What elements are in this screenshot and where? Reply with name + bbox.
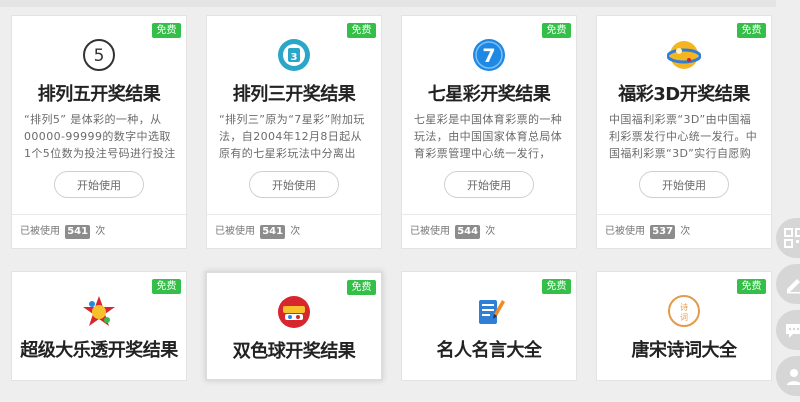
start-button[interactable]: 开始使用 <box>639 171 729 198</box>
card-title: 七星彩开奖结果 <box>427 84 551 105</box>
super-lotto-icon <box>82 294 116 328</box>
start-button[interactable]: 开始使用 <box>54 171 144 198</box>
usage-prefix: 已被使用 <box>410 226 450 237</box>
divider <box>402 214 576 215</box>
start-button[interactable]: 开始使用 <box>249 171 339 198</box>
notepad-pen-icon <box>472 294 506 328</box>
usage-number: 544 <box>455 225 481 239</box>
pencil-icon <box>787 279 800 294</box>
fucai-3d-icon <box>667 38 701 72</box>
free-badge: 免费 <box>737 23 766 38</box>
tool-card-daletou[interactable]: 免费 超级大乐透开奖结果 <box>11 271 187 381</box>
usage-prefix: 已被使用 <box>20 226 60 237</box>
card-description: “排列三”原为“7星彩”附加玩法，自2004年12月8日起从原有的七星彩玩法中分… <box>219 113 365 160</box>
usage-suffix: 次 <box>485 226 496 237</box>
usage-number: 541 <box>65 225 91 239</box>
tool-card-pailie5[interactable]: 免费 5 排列五开奖结果 “排列5” 是体彩的一种，从00000-99999的数… <box>11 15 187 249</box>
usage-suffix: 次 <box>680 226 691 237</box>
tool-card-shuangseqiu[interactable]: 免费 双色球开奖结果 <box>205 271 383 381</box>
free-badge: 免费 <box>737 279 766 294</box>
card-description: “排列5” 是体彩的一种，从00000-99999的数字中选取1个5位数为投注号… <box>24 113 176 160</box>
number-7-icon: 7 <box>472 38 506 72</box>
edit-button[interactable] <box>776 264 800 304</box>
free-badge: 免费 <box>542 279 571 294</box>
poem-icon-text-1: 诗 <box>680 302 688 312</box>
card-title: 排列五开奖结果 <box>37 84 161 105</box>
start-button[interactable]: 开始使用 <box>444 171 534 198</box>
double-color-ball-icon <box>277 295 311 329</box>
svg-text:7: 7 <box>482 45 495 67</box>
card-description: 中国福利彩票“3D”由中国福利彩票发行中心统一发行。中国福利彩票“3D”实行自愿… <box>609 113 758 160</box>
usage-count: 已被使用 541 次 <box>215 225 300 239</box>
card-title: 唐宋诗词大全 <box>631 340 738 361</box>
tool-card-quotes[interactable]: 免费 名人名言大全 <box>401 271 577 381</box>
lottery-3-icon: 3 <box>277 38 311 72</box>
user-button[interactable] <box>776 356 800 396</box>
usage-number: 541 <box>260 225 286 239</box>
free-badge: 免费 <box>542 23 571 38</box>
divider <box>12 214 186 215</box>
top-bar <box>0 0 776 7</box>
usage-count: 已被使用 544 次 <box>410 225 495 239</box>
chat-bubble-icon <box>786 324 800 338</box>
divider <box>207 214 381 215</box>
free-badge: 免费 <box>152 279 181 294</box>
free-badge: 免费 <box>347 280 376 295</box>
svg-text:5: 5 <box>94 46 105 66</box>
poem-icon-text-2: 词 <box>680 313 688 322</box>
user-icon <box>787 369 800 385</box>
number-5-icon: 5 <box>82 38 116 72</box>
floating-toolbar <box>776 218 800 402</box>
usage-prefix: 已被使用 <box>215 226 255 237</box>
card-description: 七星彩是中国体育彩票的一种玩法，由中国国家体育总局体育彩票管理中心统一发行， <box>414 113 563 160</box>
tool-card-poems[interactable]: 免费 诗词 唐宋诗词大全 <box>596 271 772 381</box>
free-badge: 免费 <box>152 23 181 38</box>
card-title: 排列三开奖结果 <box>232 84 356 105</box>
usage-number: 537 <box>650 225 676 239</box>
divider <box>597 214 771 215</box>
card-title: 福彩3D开奖结果 <box>618 84 750 105</box>
svg-text:3: 3 <box>291 52 298 63</box>
usage-count: 已被使用 537 次 <box>605 225 690 239</box>
qr-code-icon <box>784 228 800 248</box>
tool-card-qixingcai[interactable]: 免费 7 七星彩开奖结果 七星彩是中国体育彩票的一种玩法，由中国国家体育总局体育… <box>401 15 577 249</box>
tool-card-pailie3[interactable]: 免费 3 排列三开奖结果 “排列三”原为“7星彩”附加玩法，自2004年12月8… <box>206 15 382 249</box>
card-title: 双色球开奖结果 <box>232 341 356 362</box>
usage-prefix: 已被使用 <box>605 226 645 237</box>
poem-icon: 诗词 <box>667 294 701 328</box>
card-title: 超级大乐透开奖结果 <box>20 340 178 361</box>
usage-count: 已被使用 541 次 <box>20 225 105 239</box>
usage-suffix: 次 <box>95 226 106 237</box>
card-title: 名人名言大全 <box>436 340 543 361</box>
chat-button[interactable] <box>776 310 800 350</box>
qr-code-button[interactable] <box>776 218 800 258</box>
free-badge: 免费 <box>347 23 376 38</box>
usage-suffix: 次 <box>290 226 301 237</box>
tool-card-fucai3d[interactable]: 免费 福彩3D开奖结果 中国福利彩票“3D”由中国福利彩票发行中心统一发行。中国… <box>596 15 772 249</box>
